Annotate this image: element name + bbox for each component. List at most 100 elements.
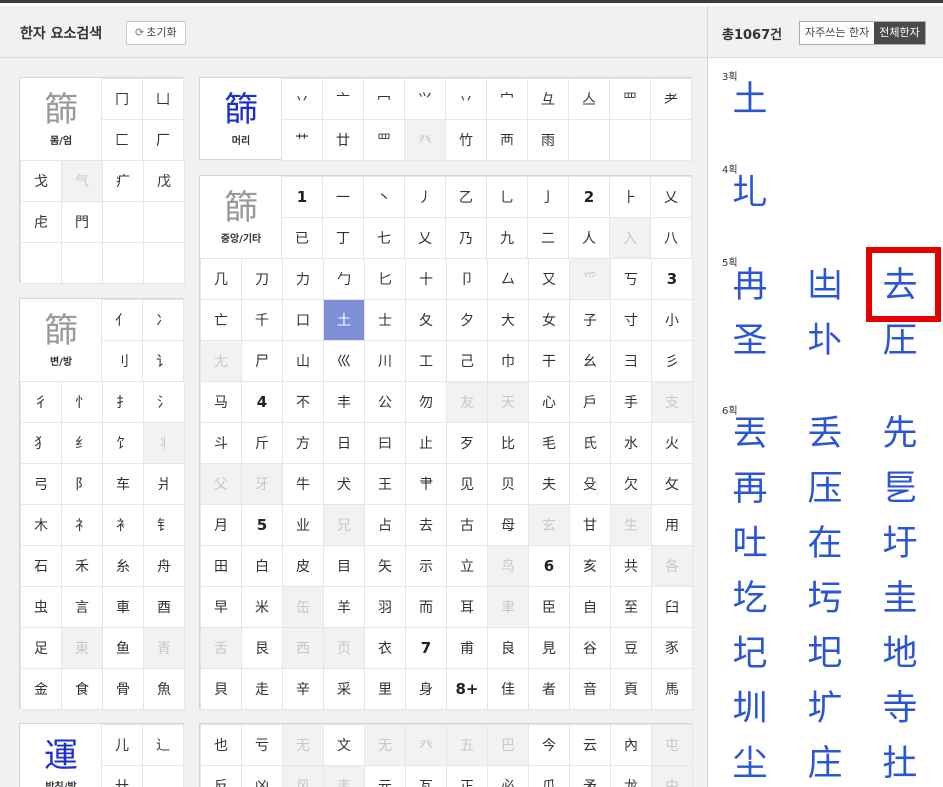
radical-cell[interactable]: 舟 <box>144 546 185 587</box>
radical-cell[interactable]: 元 <box>365 766 406 787</box>
radical-cell[interactable]: 亼 <box>569 79 610 120</box>
radical-cell[interactable]: 夫 <box>529 464 570 505</box>
radical-cell[interactable]: 耂 <box>651 79 692 120</box>
radical-cell[interactable]: 至 <box>611 587 652 628</box>
result-hanja[interactable]: 先 <box>870 414 930 454</box>
radical-cell[interactable]: ⺊ <box>610 177 651 218</box>
result-hanja[interactable]: 寺 <box>870 689 930 729</box>
radical-cell[interactable]: 艮 <box>242 628 283 669</box>
radical-cell[interactable]: 九 <box>487 218 528 259</box>
radical-cell[interactable]: 彡 <box>652 341 693 382</box>
radical-cell[interactable]: 灬 <box>143 766 184 787</box>
radical-cell[interactable]: 马 <box>201 382 242 423</box>
radical-cell[interactable]: 良 <box>488 628 529 669</box>
radical-cell[interactable]: 母 <box>488 505 529 546</box>
radical-cell[interactable]: 方 <box>283 423 324 464</box>
radical-cell[interactable]: 乂 <box>405 218 446 259</box>
radical-cell[interactable]: 心 <box>529 382 570 423</box>
radical-cell[interactable]: 业 <box>283 505 324 546</box>
result-hanja[interactable]: 再 <box>720 469 780 509</box>
radical-cell[interactable]: 白 <box>242 546 283 587</box>
radical-cell[interactable]: 冖 <box>364 79 405 120</box>
radical-cell[interactable]: 亥 <box>570 546 611 587</box>
radical-cell[interactable]: 罒 <box>364 120 405 161</box>
radical-cell[interactable]: 里 <box>365 669 406 710</box>
radical-cell[interactable]: 早 <box>201 587 242 628</box>
radical-cell[interactable]: 自 <box>570 587 611 628</box>
radical-cell[interactable]: 冂 <box>102 79 143 120</box>
radical-cell[interactable]: 氵 <box>144 382 185 423</box>
result-hanja[interactable]: 压 <box>795 469 855 509</box>
radical-cell[interactable]: 者 <box>529 669 570 710</box>
radical-cell[interactable]: 厶 <box>488 259 529 300</box>
radical-cell[interactable]: 木 <box>21 505 62 546</box>
radical-cell[interactable]: 犭 <box>21 423 62 464</box>
radical-cell[interactable]: 谷 <box>570 628 611 669</box>
radical-cell[interactable]: 瓦 <box>406 766 447 787</box>
radical-cell[interactable]: 用 <box>652 505 693 546</box>
radical-cell[interactable]: 日 <box>324 423 365 464</box>
radical-cell[interactable]: 占 <box>365 505 406 546</box>
result-hanja[interactable]: 圬 <box>795 579 855 619</box>
radical-cell[interactable]: 目 <box>324 546 365 587</box>
radical-cell[interactable]: 戊 <box>144 161 185 202</box>
radical-cell[interactable]: 巾 <box>488 341 529 382</box>
radical-cell[interactable]: 米 <box>242 587 283 628</box>
radical-cell[interactable]: 肀 <box>406 464 447 505</box>
radical-cell[interactable]: 止 <box>406 423 447 464</box>
radical-cell[interactable]: 己 <box>447 341 488 382</box>
radical-cell[interactable]: 儿 <box>102 725 143 766</box>
radical-cell[interactable]: 車 <box>103 587 144 628</box>
radical-cell[interactable]: 乂 <box>651 177 692 218</box>
radical-cell[interactable]: 古 <box>447 505 488 546</box>
radical-cell[interactable]: 今 <box>529 725 570 766</box>
radical-cell[interactable]: 巛 <box>324 341 365 382</box>
radical-cell[interactable]: 禾 <box>62 546 103 587</box>
radical-cell[interactable]: 襾 <box>487 120 528 161</box>
radical-cell[interactable]: 皮 <box>283 546 324 587</box>
radical-cell[interactable]: 立 <box>447 546 488 587</box>
radical-cell[interactable]: 去 <box>406 505 447 546</box>
radical-cell[interactable]: 士 <box>365 300 406 341</box>
radical-cell[interactable]: 田 <box>201 546 242 587</box>
radical-cell[interactable]: 疒 <box>103 161 144 202</box>
radical-cell[interactable]: 見 <box>529 628 570 669</box>
radical-cell[interactable]: 八 <box>651 218 692 259</box>
radical-cell[interactable]: 不 <box>283 382 324 423</box>
radical-cell[interactable]: 阝 <box>62 464 103 505</box>
radical-cell[interactable]: 幺 <box>570 341 611 382</box>
result-hanja[interactable]: 圩 <box>870 524 930 564</box>
radical-cell[interactable]: 采 <box>324 669 365 710</box>
radical-cell[interactable]: 丿 <box>405 177 446 218</box>
radical-cell[interactable]: 瓜 <box>529 766 570 787</box>
result-hanja[interactable]: 圤 <box>795 321 855 361</box>
radical-cell[interactable]: 水 <box>611 423 652 464</box>
radical-cell[interactable]: 刀 <box>242 259 283 300</box>
result-hanja[interactable]: 圠 <box>720 173 780 213</box>
radical-cell[interactable]: 酉 <box>144 587 185 628</box>
radical-cell[interactable]: 二 <box>528 218 569 259</box>
radical-cell[interactable]: 夂 <box>406 300 447 341</box>
radical-cell[interactable]: 犬 <box>324 464 365 505</box>
radical-cell[interactable]: 寸 <box>611 300 652 341</box>
radical-cell[interactable]: 凶 <box>242 766 283 787</box>
radical-cell[interactable]: 必 <box>488 766 529 787</box>
radical-cell[interactable]: 歹 <box>447 423 488 464</box>
radical-cell[interactable]: 羽 <box>365 587 406 628</box>
radical-cell[interactable]: 身 <box>406 669 447 710</box>
result-hanja[interactable]: 圭 <box>870 579 930 619</box>
reset-button[interactable]: ⟳ 초기화 <box>126 21 186 45</box>
radical-cell[interactable]: 甘 <box>570 505 611 546</box>
radical-cell[interactable]: 也 <box>201 725 242 766</box>
result-hanja[interactable]: 圧 <box>870 321 930 361</box>
radical-cell[interactable]: 丰 <box>324 382 365 423</box>
result-hanja[interactable]: 丢 <box>795 414 855 454</box>
radical-cell[interactable]: 衤 <box>103 505 144 546</box>
radical-cell[interactable]: 丷 <box>446 79 487 120</box>
radical-cell[interactable]: 宀 <box>487 79 528 120</box>
radical-cell[interactable]: 匚 <box>102 120 143 161</box>
radical-cell[interactable]: 虍 <box>21 202 62 243</box>
radical-cell[interactable]: 骨 <box>103 669 144 710</box>
radical-cell[interactable]: 臼 <box>652 587 693 628</box>
radical-cell[interactable]: 干 <box>529 341 570 382</box>
